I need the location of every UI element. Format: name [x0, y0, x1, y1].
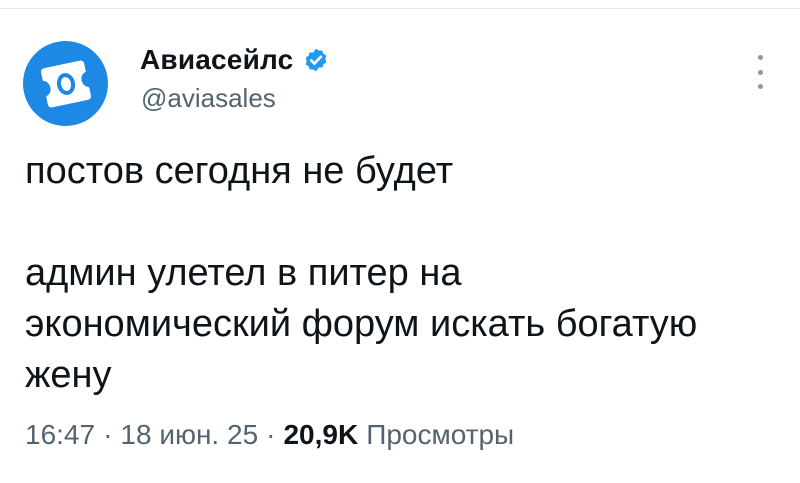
more-options-button[interactable]: [750, 55, 770, 89]
aviasales-logo-icon: [40, 60, 91, 107]
verified-badge-icon: [306, 48, 327, 72]
views-label[interactable]: Просмотры: [366, 419, 514, 451]
tweet-time[interactable]: 16:47: [25, 419, 95, 451]
tweet-line: постов сегодня не будет: [25, 150, 454, 192]
tweet-text: постов сегодня не будет админ улетел в п…: [25, 146, 785, 401]
tweet-meta: 16:47 · 18 июн. 25 · 20,9K Просмотры: [25, 419, 514, 451]
account-handle[interactable]: @aviasales: [141, 83, 276, 114]
display-name[interactable]: Авиасейлс: [140, 44, 293, 76]
meta-separator: ·: [103, 419, 113, 450]
tweet-line: админ улетел в питер на: [25, 252, 462, 294]
views-count[interactable]: 20,9K: [283, 419, 358, 451]
tweet-date[interactable]: 18 июн. 25: [120, 419, 258, 451]
more-vertical-icon: [757, 55, 763, 60]
more-vertical-icon: [757, 69, 763, 75]
meta-separator: ·: [266, 419, 276, 450]
tweet-line: жену: [25, 354, 112, 396]
account-name-row[interactable]: Авиасейлс: [140, 42, 329, 78]
top-divider: [0, 8, 800, 9]
more-vertical-icon: [757, 84, 763, 89]
tweet-line: экономический форум искать богатую: [25, 303, 698, 345]
avatar[interactable]: [23, 41, 108, 126]
